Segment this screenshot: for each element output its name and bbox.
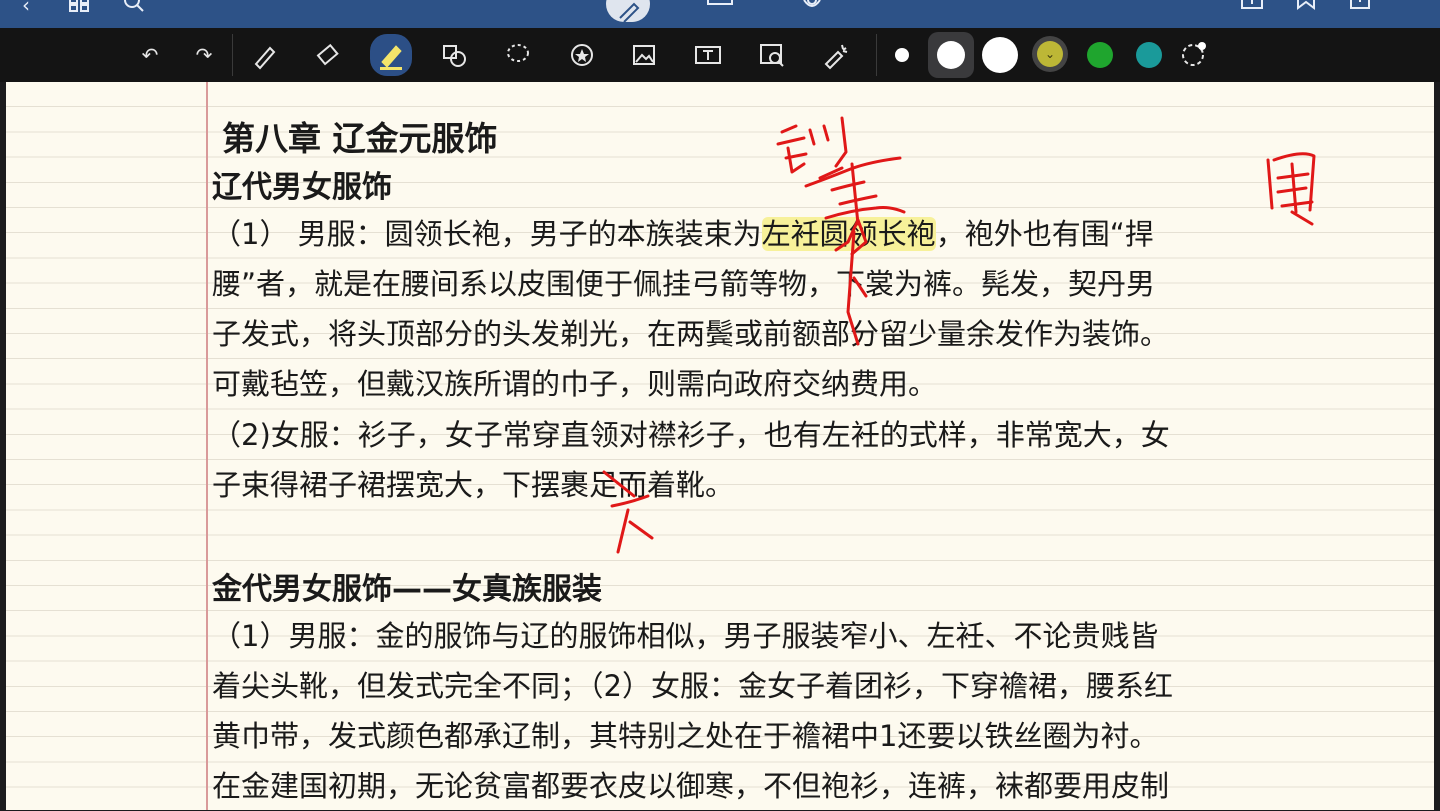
color-picker-icon[interactable] (1180, 40, 1208, 68)
stroke-size-small[interactable] (895, 48, 909, 62)
laser-pointer-icon[interactable] (820, 40, 852, 70)
lasso-icon[interactable] (502, 40, 534, 70)
image-icon[interactable] (628, 40, 660, 70)
search-icon[interactable] (120, 0, 148, 20)
redo-icon[interactable]: ↷ (188, 40, 220, 70)
grid-icon[interactable] (66, 0, 94, 20)
color-white-swatch[interactable] (982, 37, 1018, 73)
sticker-icon[interactable] (566, 40, 598, 70)
handwriting-mark-3 (602, 470, 654, 554)
color-yellow-swatch-selected[interactable]: ⌄ (1032, 36, 1068, 72)
color-green-swatch[interactable] (1087, 42, 1113, 68)
pen-icon[interactable] (248, 40, 280, 70)
add-page-icon[interactable] (1238, 0, 1266, 20)
microphone-icon[interactable] (798, 0, 826, 20)
toolbar-divider (232, 34, 233, 76)
chevron-down-icon: ⌄ (1037, 41, 1063, 67)
undo-icon[interactable]: ↶ (134, 40, 166, 70)
keyboard-icon[interactable] (706, 0, 734, 20)
drawing-toolbar: ↶ ↷ ⌄ (0, 28, 1440, 82)
handwriting-mark-2 (1266, 152, 1316, 226)
handwritten-annotations (602, 116, 1316, 554)
text-box-icon[interactable] (692, 40, 724, 70)
shapes-icon[interactable] (438, 40, 470, 70)
back-icon[interactable]: ‹ (12, 0, 40, 20)
toolbar-divider (876, 34, 877, 76)
top-bar: ‹ (0, 0, 1440, 28)
pen-mode-icon[interactable] (606, 0, 650, 23)
highlighter-icon[interactable] (370, 34, 412, 76)
export-icon[interactable] (1346, 0, 1374, 20)
color-teal-swatch[interactable] (1136, 42, 1162, 68)
stroke-size-medium-selected[interactable] (928, 32, 974, 78)
eraser-icon[interactable] (312, 40, 344, 70)
image-search-icon[interactable] (756, 40, 788, 70)
notebook-page[interactable]: 第八章 辽金元服饰 辽代男女服饰 （1） 男服：圆领长袍，男子的本族装束为左衽圆… (6, 82, 1434, 810)
more-icon[interactable] (1400, 0, 1428, 20)
bookmark-icon[interactable] (1292, 0, 1320, 20)
handwriting-mark-1 (776, 116, 906, 346)
